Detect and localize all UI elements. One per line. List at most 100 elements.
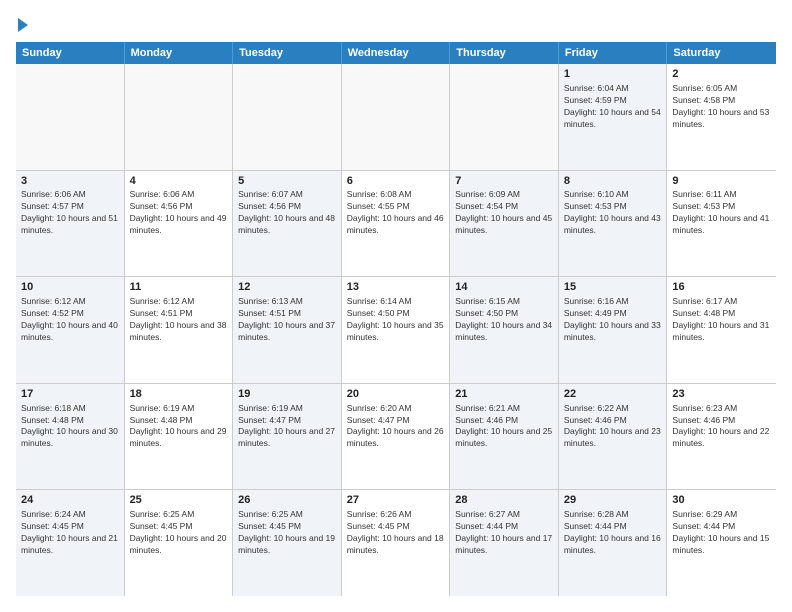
calendar-cell (450, 64, 559, 170)
cell-info: Sunrise: 6:05 AM Sunset: 4:58 PM Dayligh… (672, 83, 771, 131)
cell-info: Sunrise: 6:06 AM Sunset: 4:57 PM Dayligh… (21, 189, 119, 237)
cell-info: Sunrise: 6:25 AM Sunset: 4:45 PM Dayligh… (238, 509, 336, 557)
day-number: 9 (672, 174, 771, 189)
calendar-cell: 17Sunrise: 6:18 AM Sunset: 4:48 PM Dayli… (16, 384, 125, 490)
calendar-cell (125, 64, 234, 170)
cell-info: Sunrise: 6:28 AM Sunset: 4:44 PM Dayligh… (564, 509, 662, 557)
cell-info: Sunrise: 6:08 AM Sunset: 4:55 PM Dayligh… (347, 189, 445, 237)
cell-info: Sunrise: 6:29 AM Sunset: 4:44 PM Dayligh… (672, 509, 771, 557)
day-number: 15 (564, 280, 662, 295)
weekday-header: Thursday (450, 42, 559, 64)
cell-info: Sunrise: 6:21 AM Sunset: 4:46 PM Dayligh… (455, 403, 553, 451)
day-number: 23 (672, 387, 771, 402)
header (16, 16, 776, 32)
calendar-cell: 16Sunrise: 6:17 AM Sunset: 4:48 PM Dayli… (667, 277, 776, 383)
calendar-row: 24Sunrise: 6:24 AM Sunset: 4:45 PM Dayli… (16, 490, 776, 596)
calendar-cell: 22Sunrise: 6:22 AM Sunset: 4:46 PM Dayli… (559, 384, 668, 490)
day-number: 2 (672, 67, 771, 82)
cell-info: Sunrise: 6:24 AM Sunset: 4:45 PM Dayligh… (21, 509, 119, 557)
calendar-cell: 29Sunrise: 6:28 AM Sunset: 4:44 PM Dayli… (559, 490, 668, 596)
calendar-cell (342, 64, 451, 170)
calendar-cell: 23Sunrise: 6:23 AM Sunset: 4:46 PM Dayli… (667, 384, 776, 490)
calendar-cell: 19Sunrise: 6:19 AM Sunset: 4:47 PM Dayli… (233, 384, 342, 490)
calendar-cell: 10Sunrise: 6:12 AM Sunset: 4:52 PM Dayli… (16, 277, 125, 383)
day-number: 1 (564, 67, 662, 82)
day-number: 17 (21, 387, 119, 402)
logo-arrow-icon (18, 18, 28, 32)
day-number: 21 (455, 387, 553, 402)
calendar-header: SundayMondayTuesdayWednesdayThursdayFrid… (16, 42, 776, 64)
cell-info: Sunrise: 6:20 AM Sunset: 4:47 PM Dayligh… (347, 403, 445, 451)
day-number: 16 (672, 280, 771, 295)
calendar-cell: 11Sunrise: 6:12 AM Sunset: 4:51 PM Dayli… (125, 277, 234, 383)
calendar-cell: 28Sunrise: 6:27 AM Sunset: 4:44 PM Dayli… (450, 490, 559, 596)
cell-info: Sunrise: 6:07 AM Sunset: 4:56 PM Dayligh… (238, 189, 336, 237)
cell-info: Sunrise: 6:19 AM Sunset: 4:47 PM Dayligh… (238, 403, 336, 451)
cell-info: Sunrise: 6:13 AM Sunset: 4:51 PM Dayligh… (238, 296, 336, 344)
day-number: 27 (347, 493, 445, 508)
day-number: 26 (238, 493, 336, 508)
cell-info: Sunrise: 6:12 AM Sunset: 4:51 PM Dayligh… (130, 296, 228, 344)
day-number: 11 (130, 280, 228, 295)
cell-info: Sunrise: 6:18 AM Sunset: 4:48 PM Dayligh… (21, 403, 119, 451)
calendar-cell: 1Sunrise: 6:04 AM Sunset: 4:59 PM Daylig… (559, 64, 668, 170)
weekday-header: Saturday (667, 42, 776, 64)
day-number: 20 (347, 387, 445, 402)
day-number: 3 (21, 174, 119, 189)
weekday-header: Monday (125, 42, 234, 64)
calendar-cell: 7Sunrise: 6:09 AM Sunset: 4:54 PM Daylig… (450, 171, 559, 277)
calendar-cell: 20Sunrise: 6:20 AM Sunset: 4:47 PM Dayli… (342, 384, 451, 490)
day-number: 14 (455, 280, 553, 295)
cell-info: Sunrise: 6:16 AM Sunset: 4:49 PM Dayligh… (564, 296, 662, 344)
calendar-cell: 12Sunrise: 6:13 AM Sunset: 4:51 PM Dayli… (233, 277, 342, 383)
day-number: 22 (564, 387, 662, 402)
calendar-cell: 3Sunrise: 6:06 AM Sunset: 4:57 PM Daylig… (16, 171, 125, 277)
calendar-row: 3Sunrise: 6:06 AM Sunset: 4:57 PM Daylig… (16, 171, 776, 278)
cell-info: Sunrise: 6:10 AM Sunset: 4:53 PM Dayligh… (564, 189, 662, 237)
weekday-header: Tuesday (233, 42, 342, 64)
cell-info: Sunrise: 6:11 AM Sunset: 4:53 PM Dayligh… (672, 189, 771, 237)
calendar-cell: 26Sunrise: 6:25 AM Sunset: 4:45 PM Dayli… (233, 490, 342, 596)
day-number: 8 (564, 174, 662, 189)
cell-info: Sunrise: 6:17 AM Sunset: 4:48 PM Dayligh… (672, 296, 771, 344)
cell-info: Sunrise: 6:27 AM Sunset: 4:44 PM Dayligh… (455, 509, 553, 557)
calendar-cell: 5Sunrise: 6:07 AM Sunset: 4:56 PM Daylig… (233, 171, 342, 277)
calendar-cell (16, 64, 125, 170)
cell-info: Sunrise: 6:06 AM Sunset: 4:56 PM Dayligh… (130, 189, 228, 237)
day-number: 24 (21, 493, 119, 508)
day-number: 18 (130, 387, 228, 402)
day-number: 29 (564, 493, 662, 508)
cell-info: Sunrise: 6:22 AM Sunset: 4:46 PM Dayligh… (564, 403, 662, 451)
cell-info: Sunrise: 6:26 AM Sunset: 4:45 PM Dayligh… (347, 509, 445, 557)
calendar-cell: 25Sunrise: 6:25 AM Sunset: 4:45 PM Dayli… (125, 490, 234, 596)
cell-info: Sunrise: 6:12 AM Sunset: 4:52 PM Dayligh… (21, 296, 119, 344)
calendar-cell: 6Sunrise: 6:08 AM Sunset: 4:55 PM Daylig… (342, 171, 451, 277)
day-number: 30 (672, 493, 771, 508)
day-number: 25 (130, 493, 228, 508)
calendar-cell: 8Sunrise: 6:10 AM Sunset: 4:53 PM Daylig… (559, 171, 668, 277)
calendar-row: 1Sunrise: 6:04 AM Sunset: 4:59 PM Daylig… (16, 64, 776, 171)
calendar-cell: 9Sunrise: 6:11 AM Sunset: 4:53 PM Daylig… (667, 171, 776, 277)
calendar-cell: 30Sunrise: 6:29 AM Sunset: 4:44 PM Dayli… (667, 490, 776, 596)
calendar-cell: 21Sunrise: 6:21 AM Sunset: 4:46 PM Dayli… (450, 384, 559, 490)
cell-info: Sunrise: 6:25 AM Sunset: 4:45 PM Dayligh… (130, 509, 228, 557)
day-number: 7 (455, 174, 553, 189)
cell-info: Sunrise: 6:04 AM Sunset: 4:59 PM Dayligh… (564, 83, 662, 131)
day-number: 10 (21, 280, 119, 295)
day-number: 28 (455, 493, 553, 508)
calendar-cell: 18Sunrise: 6:19 AM Sunset: 4:48 PM Dayli… (125, 384, 234, 490)
weekday-header: Sunday (16, 42, 125, 64)
cell-info: Sunrise: 6:09 AM Sunset: 4:54 PM Dayligh… (455, 189, 553, 237)
calendar-row: 17Sunrise: 6:18 AM Sunset: 4:48 PM Dayli… (16, 384, 776, 491)
calendar-cell: 13Sunrise: 6:14 AM Sunset: 4:50 PM Dayli… (342, 277, 451, 383)
calendar-cell: 2Sunrise: 6:05 AM Sunset: 4:58 PM Daylig… (667, 64, 776, 170)
day-number: 4 (130, 174, 228, 189)
day-number: 19 (238, 387, 336, 402)
calendar-body: 1Sunrise: 6:04 AM Sunset: 4:59 PM Daylig… (16, 64, 776, 596)
calendar-cell: 14Sunrise: 6:15 AM Sunset: 4:50 PM Dayli… (450, 277, 559, 383)
calendar-row: 10Sunrise: 6:12 AM Sunset: 4:52 PM Dayli… (16, 277, 776, 384)
calendar-cell (233, 64, 342, 170)
calendar-cell: 27Sunrise: 6:26 AM Sunset: 4:45 PM Dayli… (342, 490, 451, 596)
calendar-cell: 24Sunrise: 6:24 AM Sunset: 4:45 PM Dayli… (16, 490, 125, 596)
day-number: 13 (347, 280, 445, 295)
